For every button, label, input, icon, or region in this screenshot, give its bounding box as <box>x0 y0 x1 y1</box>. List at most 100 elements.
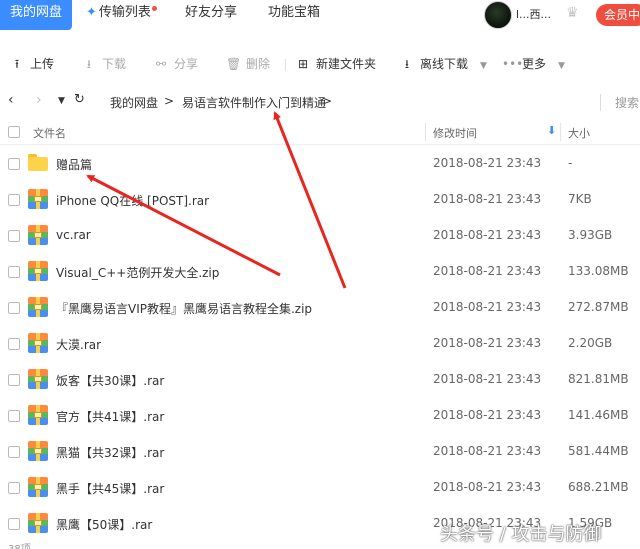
delete-button[interactable]: 🗑 删除 <box>226 55 270 73</box>
archive-icon <box>28 189 48 209</box>
row-checkbox[interactable] <box>8 338 20 350</box>
folder-icon <box>28 154 48 171</box>
download-label: 下载 <box>102 57 127 71</box>
row-checkbox[interactable] <box>8 518 20 530</box>
search-input[interactable]: 搜索 <box>600 94 639 111</box>
file-name[interactable]: 官方【共41课】.rar <box>56 408 164 425</box>
column-header-name[interactable]: 文件名 <box>33 125 66 141</box>
username[interactable]: l...西... <box>516 6 551 22</box>
file-size: 688.21MB <box>568 480 629 494</box>
archive-icon <box>28 477 48 497</box>
tab-friend-share[interactable]: 好友分享 <box>185 0 237 30</box>
file-name[interactable]: vc.rar <box>56 228 91 242</box>
tab-my-netdisk[interactable]: 我的网盘 <box>0 0 73 30</box>
share-label: 分享 <box>174 57 199 71</box>
file-name[interactable]: 大漠.rar <box>56 336 101 353</box>
file-size: - <box>568 156 573 170</box>
table-row[interactable]: 黑猫【共32课】.rar 2018-08-21 23:43 581.44MB <box>0 434 640 470</box>
table-row[interactable]: 黑手【共45课】.rar 2018-08-21 23:43 688.21MB <box>0 470 640 506</box>
forward-arrow-icon[interactable]: › <box>36 92 42 108</box>
archive-icon <box>28 513 48 533</box>
row-checkbox[interactable] <box>8 482 20 494</box>
tab-transfer-list[interactable]: ✦ 传输列表 <box>86 0 157 30</box>
row-checkbox[interactable] <box>8 194 20 206</box>
file-name[interactable]: 『黑鹰易语言VIP教程』黑鹰易语言教程全集.zip <box>56 300 312 317</box>
file-modified: 2018-08-21 23:43 <box>433 228 542 242</box>
column-header-size[interactable]: 大小 <box>568 125 590 141</box>
breadcrumb-bar: ‹ › ▼ ↻ 我的网盘 > 易语言软件制作入门到精通 > 搜索 <box>0 86 640 116</box>
delete-label: 删除 <box>246 57 271 71</box>
crown-icon[interactable]: ♛ <box>566 5 579 21</box>
more-icon: ••• <box>502 57 524 71</box>
table-row[interactable]: 饭客【共30课】.rar 2018-08-21 23:43 821.81MB <box>0 362 640 398</box>
file-size: 581.44MB <box>568 444 629 458</box>
file-name[interactable]: 饭客【共30课】.rar <box>56 372 164 389</box>
download-button[interactable]: ⭳ 下载 <box>82 55 126 73</box>
file-size: 821.81MB <box>568 372 629 386</box>
table-row[interactable]: 官方【共41课】.rar 2018-08-21 23:43 141.46MB <box>0 398 640 434</box>
item-count: 38项 <box>8 540 31 549</box>
history-dropdown-icon[interactable]: ▼ <box>58 96 65 106</box>
file-modified: 2018-08-21 23:43 <box>433 264 542 278</box>
breadcrumb-item[interactable]: 我的网盘 <box>110 94 158 111</box>
chevron-down-icon: ▼ <box>480 61 487 71</box>
sort-down-icon[interactable]: ⬇ <box>547 124 556 137</box>
table-row[interactable]: 大漠.rar 2018-08-21 23:43 2.20GB <box>0 326 640 362</box>
file-modified: 2018-08-21 23:43 <box>433 372 542 386</box>
file-size: 7KB <box>568 192 592 206</box>
trash-icon: 🗑 <box>226 57 242 71</box>
new-folder-label: 新建文件夹 <box>316 57 377 71</box>
file-name[interactable]: 黑猫【共32课】.rar <box>56 444 164 461</box>
table-header: 文件名 修改时间 ⬇ 大小 <box>0 119 640 145</box>
breadcrumb-separator: > <box>164 94 175 108</box>
top-nav: 我的网盘 ✦ 传输列表 好友分享 功能宝箱 l...西... ♛ 会员中 <box>0 0 640 30</box>
tab-label: 功能宝箱 <box>268 5 321 20</box>
upload-label: 上传 <box>30 57 55 71</box>
select-all-checkbox[interactable] <box>8 126 20 138</box>
table-row[interactable]: iPhone QQ在线 [POST].rar 2018-08-21 23:43 … <box>0 182 640 218</box>
file-name[interactable]: 赠品篇 <box>56 156 92 173</box>
download-icon: ⭳ <box>404 57 410 71</box>
upload-icon: ⭱ <box>14 57 20 71</box>
file-size: 3.93GB <box>568 228 613 242</box>
row-checkbox[interactable] <box>8 302 20 314</box>
avatar[interactable] <box>484 1 512 29</box>
row-checkbox[interactable] <box>8 446 20 458</box>
sparkle-icon: ✦ <box>86 5 97 20</box>
upload-button[interactable]: ⭱ 上传 <box>10 55 54 73</box>
more-button[interactable]: •••更多 ▼ <box>502 55 565 73</box>
archive-icon <box>28 297 48 317</box>
column-header-modified[interactable]: 修改时间 <box>433 125 477 141</box>
refresh-icon[interactable]: ↻ <box>74 92 85 107</box>
file-name[interactable]: 黑鹰【50课】.rar <box>56 516 152 533</box>
vip-button[interactable]: 会员中 <box>596 4 640 26</box>
table-row[interactable]: Visual_C++范例开发大全.zip 2018-08-21 23:43 13… <box>0 254 640 290</box>
archive-icon <box>28 333 48 353</box>
archive-icon <box>28 405 48 425</box>
tab-label: 传输列表 <box>98 5 151 20</box>
breadcrumb-item[interactable]: 易语言软件制作入门到精通 <box>182 94 326 111</box>
file-modified: 2018-08-21 23:43 <box>433 480 542 494</box>
column-divider <box>560 123 561 141</box>
file-name[interactable]: Visual_C++范例开发大全.zip <box>56 264 219 281</box>
row-checkbox[interactable] <box>8 230 20 242</box>
row-checkbox[interactable] <box>8 266 20 278</box>
back-arrow-icon[interactable]: ‹ <box>8 92 14 108</box>
tab-label: 好友分享 <box>185 5 238 20</box>
offline-download-button[interactable]: ⭳ 离线下载 ▼ <box>400 55 487 73</box>
table-row[interactable]: 赠品篇 2018-08-21 23:43 - <box>0 146 640 182</box>
share-button[interactable]: ⚯ 分享 <box>154 55 198 73</box>
row-checkbox[interactable] <box>8 410 20 422</box>
file-name[interactable]: iPhone QQ在线 [POST].rar <box>56 192 209 209</box>
tab-toolbox[interactable]: 功能宝箱 <box>268 0 320 30</box>
row-checkbox[interactable] <box>8 158 20 170</box>
row-checkbox[interactable] <box>8 374 20 386</box>
new-folder-button[interactable]: ⊞ 新建文件夹 <box>296 55 376 73</box>
file-name[interactable]: 黑手【共45课】.rar <box>56 480 164 497</box>
table-row[interactable]: 『黑鹰易语言VIP教程』黑鹰易语言教程全集.zip 2018-08-21 23:… <box>0 290 640 326</box>
table-row[interactable]: vc.rar 2018-08-21 23:43 3.93GB <box>0 218 640 254</box>
archive-icon <box>28 441 48 461</box>
chevron-down-icon: ▼ <box>558 61 565 71</box>
archive-icon <box>28 261 48 281</box>
share-icon: ⚯ <box>155 57 167 71</box>
